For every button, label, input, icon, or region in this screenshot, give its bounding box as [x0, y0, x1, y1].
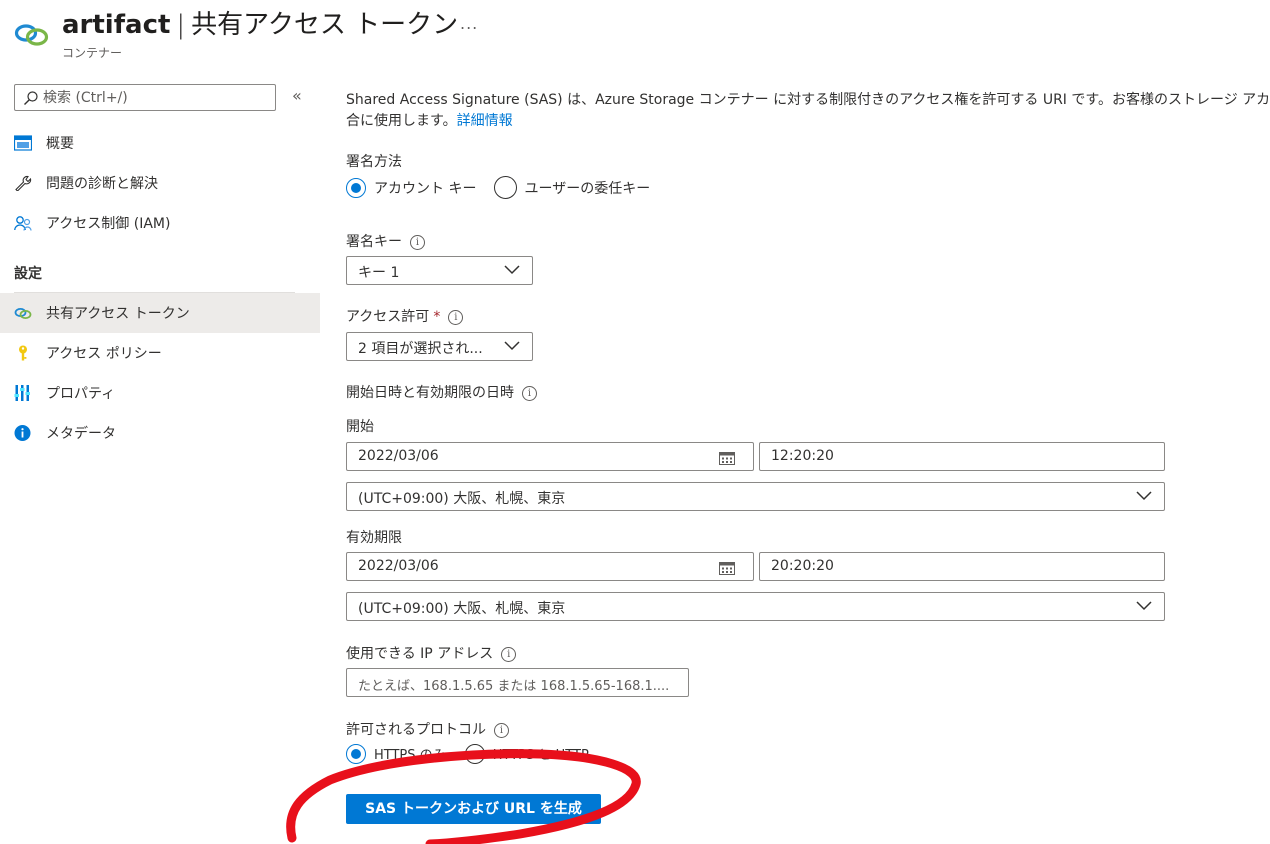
- key-icon: [19, 345, 27, 361]
- radio-account-key[interactable]: アカウント キー: [346, 177, 477, 198]
- radio-button-selected[interactable]: [346, 743, 366, 764]
- sidebar-item-label: アクセス ポリシー: [46, 346, 162, 362]
- start-time-field[interactable]: 12:20:20: [759, 442, 1165, 471]
- signing-key-label: 署名キー i: [346, 231, 425, 251]
- sidebar-item-diagnose[interactable]: 問題の診断と解決: [0, 163, 320, 203]
- sidebar-item-access-policy[interactable]: アクセス ポリシー: [0, 333, 320, 373]
- chevron-down-icon: [1136, 601, 1152, 611]
- link-icon: [14, 308, 32, 319]
- blade-title: 共有アクセス トークン: [191, 10, 459, 40]
- signing-key-dropdown[interactable]: キー 1: [346, 256, 533, 285]
- search-input[interactable]: [43, 87, 269, 108]
- radio-button-selected[interactable]: [346, 177, 366, 198]
- resource-name: artifact: [62, 10, 171, 40]
- sidebar-item-iam[interactable]: アクセス制御 (IAM): [0, 203, 320, 243]
- dropdown-value: (UTC+09:00) 大阪、札幌、東京: [358, 601, 566, 617]
- expiry-timezone-dropdown[interactable]: (UTC+09:00) 大阪、札幌、東京: [346, 592, 1165, 621]
- description-line-1: Shared Access Signature (SAS) は、Azure St…: [346, 92, 1270, 108]
- info-icon[interactable]: i: [522, 386, 537, 401]
- start-timezone-dropdown[interactable]: (UTC+09:00) 大阪、札幌、東京: [346, 482, 1165, 511]
- sidebar-item-label: メタデータ: [46, 426, 116, 442]
- signing-method-radiogroup: アカウント キー ユーザーの委任キー: [346, 176, 650, 199]
- sidebar-item-label: 問題の診断と解決: [46, 176, 158, 192]
- dropdown-value: 2 項目が選択され...: [358, 341, 483, 357]
- allowed-ip-input[interactable]: たとえば、168.1.5.65 または 168.1.5.65-168.1....: [346, 668, 689, 697]
- start-label: 開始: [346, 419, 374, 435]
- expiry-date-value: 2022/03/06: [358, 558, 439, 574]
- allowed-ip-label-text: 使用できる IP アドレス: [346, 646, 494, 662]
- signing-key-label-text: 署名キー: [346, 234, 402, 250]
- title-separator: |: [176, 10, 186, 40]
- radio-button[interactable]: [464, 743, 485, 764]
- start-time-value: 12:20:20: [771, 448, 834, 464]
- radio-button[interactable]: [493, 176, 517, 199]
- sidebar-item-sas[interactable]: 共有アクセス トークン: [0, 293, 320, 333]
- sidebar-item-metadata[interactable]: メタデータ: [0, 413, 320, 453]
- radio-label: HTTPS と HTTP: [492, 748, 589, 763]
- storage-container-icon: [14, 24, 49, 46]
- datetime-label: 開始日時と有効期限の日時 i: [346, 382, 537, 402]
- info-icon: [14, 425, 31, 441]
- description-line-2: 合に使用します。: [346, 113, 457, 129]
- calendar-icon[interactable]: [719, 451, 735, 465]
- sidebar-item-properties[interactable]: プロパティ: [0, 373, 320, 413]
- people-icon: [14, 216, 32, 231]
- permissions-label: アクセス許可 * i: [346, 306, 464, 326]
- properties-icon: [14, 385, 30, 401]
- search-icon: [24, 91, 38, 105]
- radio-https-only[interactable]: HTTPS のみ: [346, 743, 446, 764]
- resource-type: コンテナー: [62, 46, 123, 60]
- wrench-icon: [15, 175, 32, 191]
- datetime-label-text: 開始日時と有効期限の日時: [346, 385, 514, 401]
- radio-https-and-http[interactable]: HTTPS と HTTP: [464, 743, 589, 764]
- required-asterisk: *: [433, 309, 441, 325]
- protocols-label: 許可されるプロトコル i: [346, 719, 509, 739]
- sidebar-section-settings: 設定: [14, 266, 42, 282]
- start-date-value: 2022/03/06: [358, 448, 439, 464]
- sidebar-item-label: プロパティ: [46, 386, 116, 402]
- start-date-field[interactable]: 2022/03/06: [346, 442, 754, 471]
- permissions-label-text: アクセス許可: [346, 309, 430, 325]
- info-icon[interactable]: i: [494, 723, 509, 738]
- radio-label: アカウント キー: [374, 180, 477, 197]
- chevron-down-icon: [504, 341, 520, 351]
- radio-label: HTTPS のみ: [374, 748, 446, 763]
- generate-sas-button[interactable]: SAS トークンおよび URL を生成: [346, 794, 601, 824]
- sidebar-item-label: 概要: [46, 136, 74, 152]
- overview-icon: [14, 135, 32, 151]
- info-icon[interactable]: i: [501, 647, 517, 662]
- sas-description: Shared Access Signature (SAS) は、Azure St…: [346, 90, 1270, 132]
- info-icon[interactable]: i: [410, 235, 425, 250]
- collapse-sidebar-button[interactable]: «: [292, 86, 302, 105]
- dropdown-value: キー 1: [358, 265, 400, 281]
- radio-user-delegation-key[interactable]: ユーザーの委任キー: [493, 176, 651, 199]
- permissions-dropdown[interactable]: 2 項目が選択され...: [346, 332, 533, 361]
- allowed-ip-placeholder: たとえば、168.1.5.65 または 168.1.5.65-168.1....: [358, 679, 670, 694]
- expiry-time-field[interactable]: 20:20:20: [759, 552, 1165, 581]
- radio-label: ユーザーの委任キー: [524, 180, 651, 197]
- expiry-label: 有効期限: [346, 530, 402, 546]
- allowed-ip-label: 使用できる IP アドレス i: [346, 643, 517, 663]
- sidebar-item-overview[interactable]: 概要: [0, 123, 320, 163]
- expiry-date-field[interactable]: 2022/03/06: [346, 552, 754, 581]
- calendar-icon[interactable]: [719, 561, 735, 575]
- dropdown-value: (UTC+09:00) 大阪、札幌、東京: [358, 491, 566, 507]
- page-title: artifact | 共有アクセス トークン: [62, 4, 458, 41]
- chevron-down-icon: [504, 265, 520, 275]
- more-actions-button[interactable]: ...: [460, 14, 478, 33]
- info-icon[interactable]: i: [448, 310, 464, 325]
- sidebar-item-label: アクセス制御 (IAM): [46, 216, 171, 232]
- learn-more-link[interactable]: 詳細情報: [457, 113, 513, 129]
- chevron-down-icon: [1136, 491, 1152, 501]
- signing-method-label: 署名方法: [346, 154, 402, 170]
- protocols-label-text: 許可されるプロトコル: [346, 722, 486, 738]
- sidebar-search: [14, 84, 276, 111]
- protocols-radiogroup: HTTPS のみ HTTPS と HTTP: [346, 743, 589, 764]
- expiry-time-value: 20:20:20: [771, 558, 834, 574]
- sidebar-item-label: 共有アクセス トークン: [46, 306, 190, 322]
